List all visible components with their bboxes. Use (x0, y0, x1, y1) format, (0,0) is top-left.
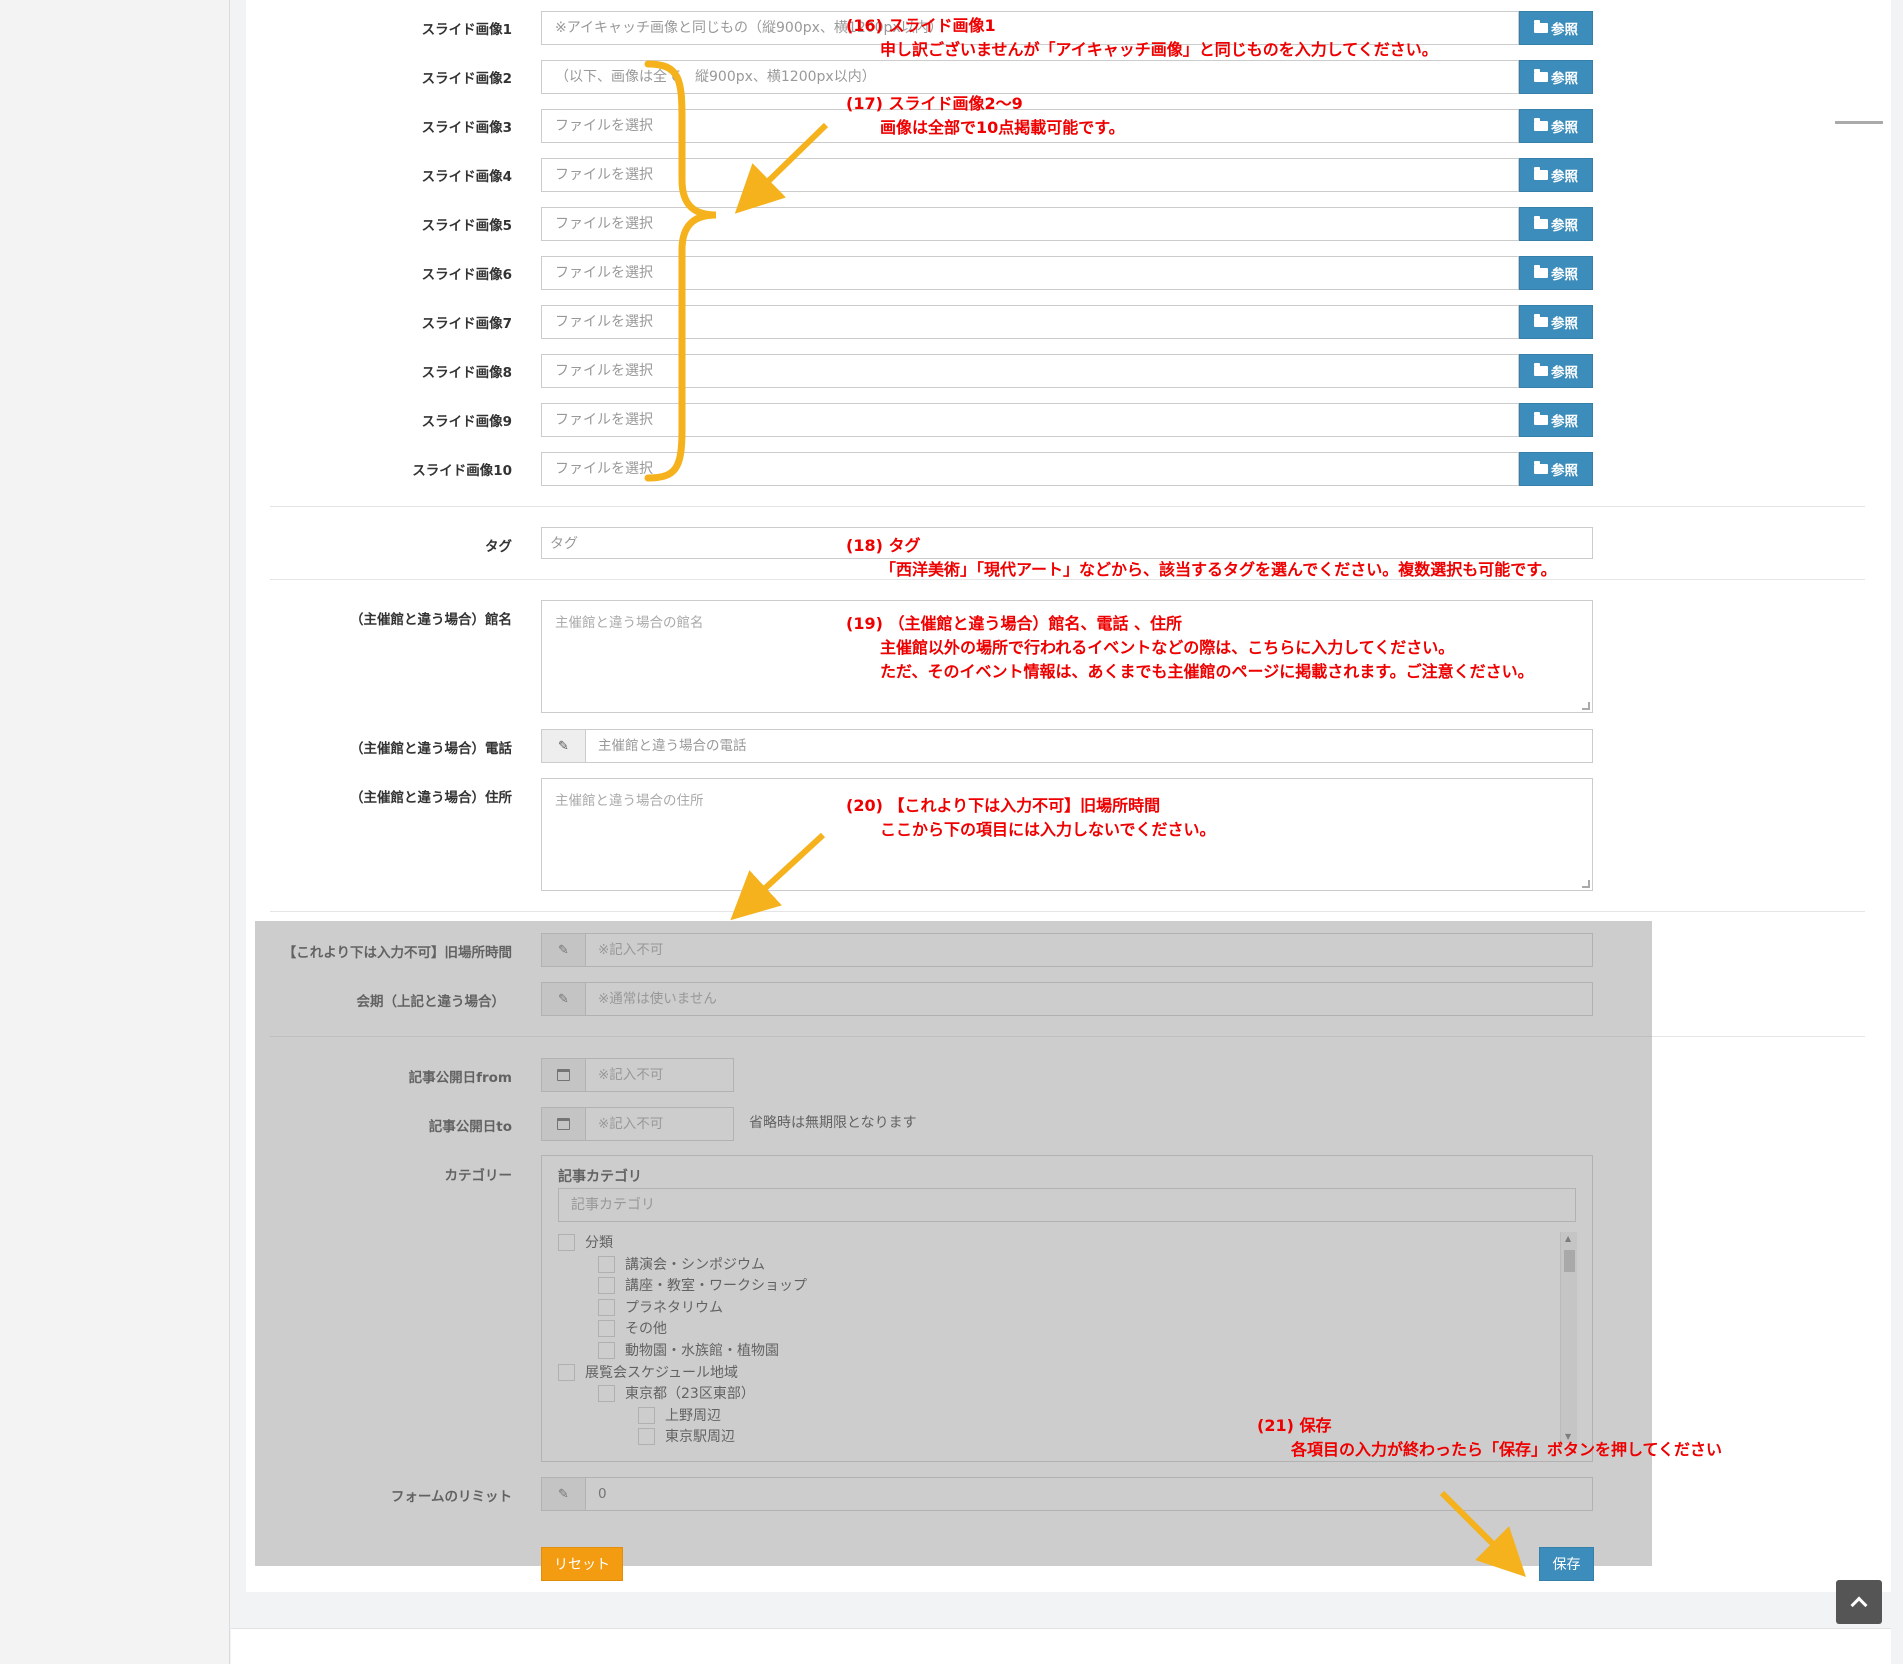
annotation-17: (17) スライド画像2～9 画像は全部で10点掲載可能です。 (846, 94, 1125, 137)
annotation-21: (21) 保存 各項目の入力が終わったら「保存」ボタンを押してください (1257, 1416, 1723, 1459)
annotation-20: (20) 【これより下は入力不可】旧場所時間 ここから下の項目には入力しないでく… (846, 796, 1216, 839)
arrow-legacy (730, 832, 826, 921)
annotation-16: (16) スライド画像1 申し訳ございませんが「アイキャッチ画像」と同じものを入… (846, 16, 1438, 59)
annotation-18: (18) タグ 「西洋美術」「現代アート」などから、該当するタグを選んでください… (846, 536, 1557, 579)
arrow-save (1439, 1490, 1526, 1577)
annotation-19: (19) （主催館と違う場合）館名、電話 、住所 主催館以外の場所で行われるイベ… (846, 614, 1534, 681)
arrow-slides (734, 122, 829, 214)
curly-brace (644, 60, 717, 482)
